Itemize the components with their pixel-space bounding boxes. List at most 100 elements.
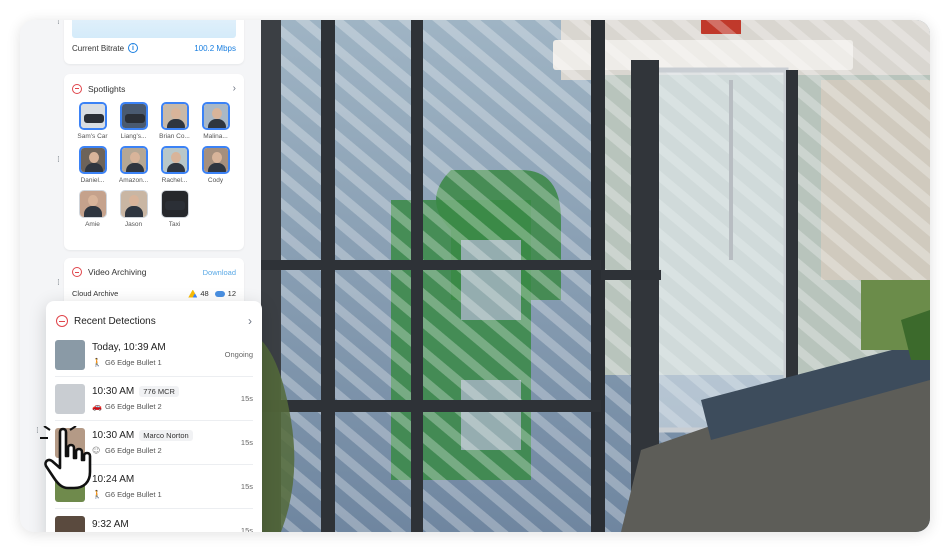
spotlight-item[interactable]: Liang's... (113, 102, 154, 140)
google-drive-icon (188, 289, 198, 298)
detection-tag: 776 MCR (139, 386, 179, 397)
spotlight-label: Malina... (203, 133, 228, 140)
drag-handle-icon[interactable]: ⁞ (57, 156, 63, 165)
person-thumb (160, 102, 189, 130)
detection-thumbnail (55, 515, 85, 532)
collapse-icon[interactable] (56, 315, 68, 327)
bitrate-card: Current Bitrate i 100.2 Mbps (64, 20, 244, 64)
person-thumb (119, 146, 148, 174)
detection-camera: G6 Edge Bullet 2 (105, 402, 162, 411)
drag-handle-icon[interactable]: ⁞ (57, 20, 63, 27)
spotlight-item[interactable]: Brian Co... (154, 102, 195, 140)
spotlight-label: Cody (207, 177, 224, 184)
car-thumb (160, 190, 189, 218)
archiving-title: Video Archiving (88, 267, 147, 277)
drive-count: 48 (200, 289, 209, 298)
detection-time-row: 10:30 AM 776 MCR (92, 386, 235, 397)
spotlight-label: Jason (124, 221, 143, 228)
spotlight-item[interactable]: Rachel... (154, 146, 195, 184)
detection-status: 15s (240, 438, 253, 447)
spotlight-label: Sam's Car (77, 133, 108, 140)
detection-info: Today, 10:39 AM 🚶 G6 Edge Bullet 1 (92, 342, 219, 367)
detection-thumbnail (55, 339, 85, 370)
detection-info: 10:30 AM Marco Norton ☺ G6 Edge Bullet 2 (92, 430, 235, 455)
spotlight-label: Rachel... (161, 177, 188, 184)
detection-row[interactable]: 10:30 AM 776 MCR 🚗 G6 Edge Bullet 2 15s (55, 377, 253, 421)
detection-row[interactable]: 9:32 AM🚶 15s (55, 509, 253, 532)
spotlights-header[interactable]: Spotlights › (72, 83, 236, 94)
info-icon[interactable]: i (128, 43, 139, 53)
detection-info: 9:32 AM🚶 (92, 519, 235, 533)
detection-tag: Marco Norton (139, 430, 193, 441)
detection-time-row: 9:32 AM (92, 519, 235, 530)
car-plate-thumb (78, 102, 107, 130)
detection-row[interactable]: Today, 10:39 AM 🚶 G6 Edge Bullet 1 Ongoing (55, 333, 253, 377)
detection-status: 15s (240, 394, 253, 403)
spotlight-label: Amie (85, 221, 100, 228)
spotlight-item[interactable]: Malina... (195, 102, 236, 140)
spotlights-card: Spotlights › Sam's Car Liang's... Brian Co… (64, 74, 244, 250)
person-thumb (201, 146, 230, 174)
detection-time: 10:24 AM (92, 474, 135, 485)
chevron-right-icon[interactable]: › (233, 83, 236, 94)
recent-detections-card: Recent Detections › Today, 10:39 AM 🚶 G6 E… (46, 301, 262, 532)
detection-info: 10:30 AM 776 MCR 🚗 G6 Edge Bullet 2 (92, 386, 235, 411)
detection-camera: G6 Edge Bullet 1 (105, 490, 162, 499)
bitrate-label: Current Bitrate (72, 43, 125, 53)
detection-time-row: 10:30 AM Marco Norton (92, 430, 235, 441)
detection-time: Today, 10:39 AM (92, 342, 166, 353)
detection-time: 10:30 AM (92, 430, 135, 441)
vehicle-icon: 🚗 (92, 401, 102, 411)
chevron-right-icon[interactable]: › (248, 314, 252, 328)
spotlight-item[interactable]: Amie (72, 190, 113, 228)
spotlights-title: Spotlights (88, 83, 126, 94)
detection-thumbnail (55, 383, 85, 414)
detections-header[interactable]: Recent Detections › (56, 314, 252, 328)
detection-time: 10:30 AM (92, 386, 135, 397)
bitrate-chart (72, 20, 236, 38)
detection-status: Ongoing (224, 350, 253, 359)
spotlight-label: Liang's... (120, 133, 147, 140)
car-thumb (119, 102, 148, 130)
detection-status: 15s (240, 482, 253, 491)
person-thumb (78, 146, 107, 174)
cloud-archive-label: Cloud Archive (72, 289, 119, 298)
person-thumb (119, 190, 148, 218)
detection-time-row: Today, 10:39 AM (92, 342, 219, 353)
spotlight-item[interactable]: Amazon... (113, 146, 154, 184)
archiving-header: Video Archiving Download (72, 267, 236, 277)
collapse-icon[interactable] (72, 267, 82, 277)
detection-time: 9:32 AM (92, 518, 129, 530)
download-link[interactable]: Download (203, 268, 236, 277)
detection-camera: G6 Edge Bullet 1 (105, 358, 162, 367)
spotlight-item[interactable]: Sam's Car (72, 102, 113, 140)
bitrate-row: Current Bitrate i 100.2 Mbps (72, 43, 236, 53)
spotlight-label: Daniel... (80, 177, 105, 184)
cloud-archive-row: Cloud Archive 48 12 (72, 289, 236, 298)
camera-live-view[interactable] (261, 20, 930, 532)
detection-camera-row: 🚶 G6 Edge Bullet 1 (92, 358, 219, 367)
detection-camera-row: 🚗 G6 Edge Bullet 2 (92, 402, 235, 411)
spotlight-item[interactable]: Cody (195, 146, 236, 184)
detection-info: 10:24 AM 🚶 G6 Edge Bullet 1 (92, 474, 235, 499)
detection-time-row: 10:24 AM (92, 474, 235, 485)
person-thumb (160, 146, 189, 174)
collapse-icon[interactable] (72, 83, 82, 94)
detections-title: Recent Detections (74, 315, 156, 327)
spotlight-item[interactable]: Jason (113, 190, 154, 228)
detection-status: 15s (240, 526, 253, 532)
detection-camera-row: ☺ G6 Edge Bullet 2 (92, 446, 235, 455)
spotlight-item[interactable]: Daniel... (72, 146, 113, 184)
detection-camera: G6 Edge Bullet 2 (105, 446, 162, 455)
app-window: ⁞ Current Bitrate i 100.2 Mbps ⁞ Spotlig… (20, 20, 930, 532)
spotlight-label: Taxi (168, 221, 181, 228)
spotlights-grid: Sam's Car Liang's... Brian Co... Malina... D… (72, 102, 238, 228)
person-thumb (78, 190, 107, 218)
cloud-count: 12 (227, 289, 236, 298)
spotlight-item[interactable]: Taxi (154, 190, 195, 228)
spotlight-label: Brian Co... (159, 133, 190, 140)
person-thumb (201, 102, 230, 130)
drag-handle-icon[interactable]: ⁞ (57, 279, 63, 288)
detection-camera-row: 🚶 G6 Edge Bullet 1 (92, 490, 235, 499)
spotlight-label: Amazon... (118, 177, 149, 184)
